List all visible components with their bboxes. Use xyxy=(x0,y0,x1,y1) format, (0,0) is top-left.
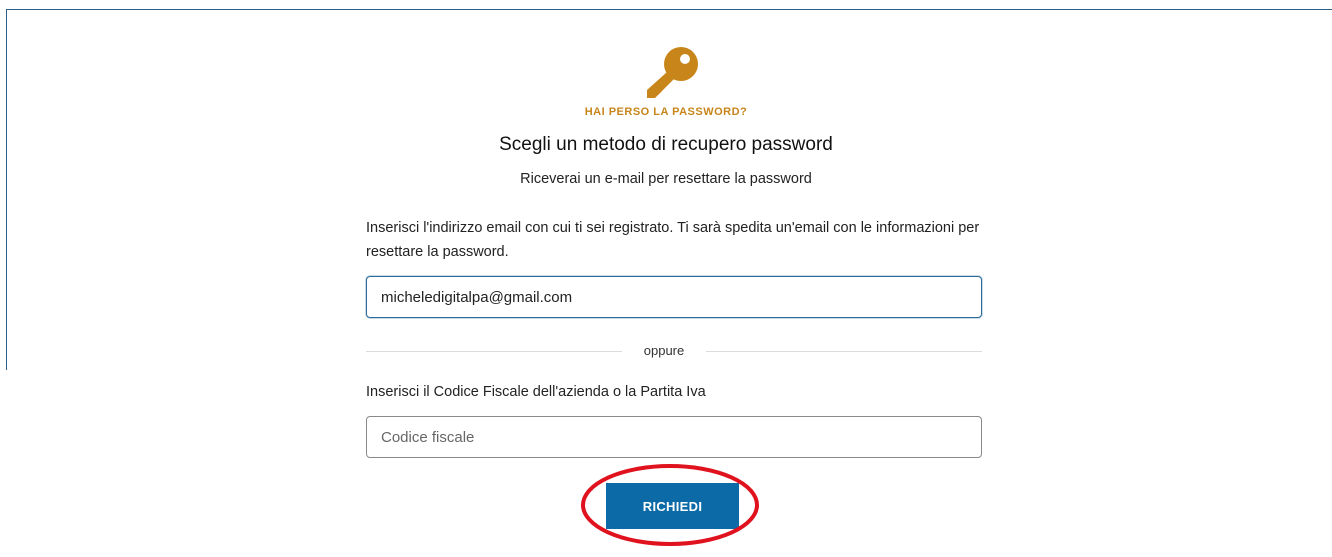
divider-label: oppure xyxy=(643,343,685,358)
eyebrow-label: HAI PERSO LA PASSWORD? xyxy=(584,106,748,118)
divider-line-left xyxy=(366,351,622,352)
frame-border-top xyxy=(6,9,1332,10)
frame-border-left xyxy=(6,9,7,370)
fiscal-code-input[interactable] xyxy=(366,416,982,458)
key-icon xyxy=(647,47,698,98)
fiscal-code-label: Inserisci il Codice Fiscale dell'azienda… xyxy=(366,384,706,400)
page-title: Scegli un metodo di recupero password xyxy=(499,134,833,155)
password-recovery-page: HAI PERSO LA PASSWORD? Scegli un metodo … xyxy=(0,0,1332,557)
email-input[interactable] xyxy=(366,276,982,318)
submit-button[interactable]: RICHIEDI xyxy=(606,483,739,529)
email-instructions: Inserisci l'indirizzo email con cui ti s… xyxy=(366,220,980,260)
divider-line-right xyxy=(706,351,982,352)
page-subtitle: Riceverai un e-mail per resettare la pas… xyxy=(520,171,812,187)
